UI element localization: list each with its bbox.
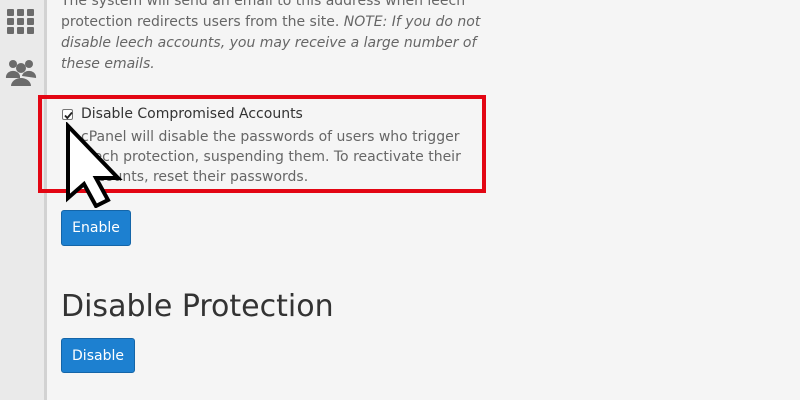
- grid-icon[interactable]: [5, 6, 37, 38]
- email-intro-text: The system will send an email to this ad…: [61, 0, 481, 75]
- checkmark-icon: [64, 111, 73, 120]
- disable-compromised-checkbox[interactable]: [62, 109, 73, 120]
- main-content: The system will send an email to this ad…: [47, 0, 800, 400]
- intro-line-1: The system will send an email to this ad…: [61, 0, 466, 9]
- intro-line-2: protection redirects users from the site…: [61, 14, 344, 30]
- disable-compromised-label[interactable]: Disable Compromised Accounts: [81, 104, 303, 124]
- users-icon[interactable]: [5, 56, 37, 88]
- sidebar: [0, 0, 47, 400]
- enable-button[interactable]: Enable: [61, 210, 131, 246]
- disable-protection-title: Disable Protection: [61, 289, 334, 324]
- mouse-pointer-icon: [66, 122, 123, 208]
- disable-button[interactable]: Disable: [61, 338, 135, 373]
